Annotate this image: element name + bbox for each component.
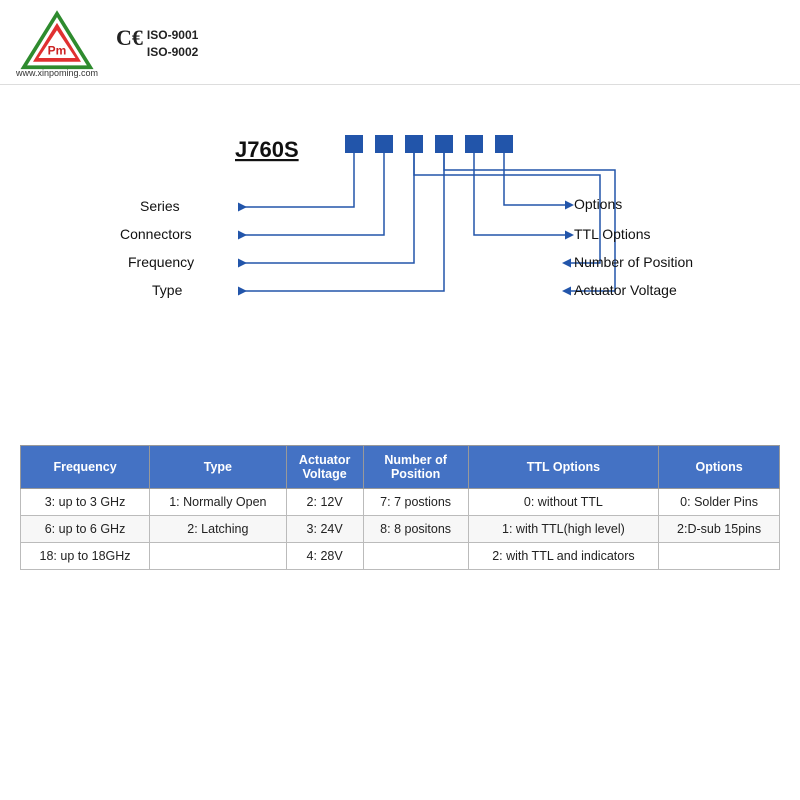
table-cell-r0-c2: 2: 12V [286, 489, 363, 516]
col-options: Options [659, 446, 780, 489]
series-label: Series [140, 198, 180, 214]
col-ttl-options: TTL Options [468, 446, 659, 489]
table-cell-r1-c1: 2: Latching [150, 516, 287, 543]
table-cell-r1-c3: 8: 8 positons [363, 516, 468, 543]
cert1-label: ISO-9001 [147, 27, 198, 44]
square-4 [435, 135, 453, 153]
square-6 [495, 135, 513, 153]
table-row: 6: up to 6 GHz2: Latching3: 24V8: 8 posi… [21, 516, 780, 543]
cert-area: C€ ISO-9001 ISO-9002 [116, 27, 198, 61]
table-cell-r0-c5: 0: Solder Pins [659, 489, 780, 516]
square-2 [375, 135, 393, 153]
logo-area: Pm www.xinpoming.com [16, 10, 98, 78]
table-cell-r0-c0: 3: up to 3 GHz [21, 489, 150, 516]
table-cell-r1-c2: 3: 24V [286, 516, 363, 543]
table-cell-r0-c3: 7: 7 postions [363, 489, 468, 516]
table-header-row: Frequency Type ActuatorVoltage Number of… [21, 446, 780, 489]
actuator-line [444, 153, 615, 291]
cert2-label: ISO-9002 [147, 44, 198, 61]
col-frequency: Frequency [21, 446, 150, 489]
spec-table: Frequency Type ActuatorVoltage Number of… [20, 445, 780, 570]
logo-url: www.xinpoming.com [16, 68, 98, 78]
table-cell-r1-c5: 2:D-sub 15pins [659, 516, 780, 543]
ce-mark: C€ [116, 27, 143, 49]
header: Pm www.xinpoming.com C€ ISO-9001 ISO-900… [0, 0, 800, 85]
type-label: Type [152, 282, 183, 298]
logo-triangle-icon: Pm [17, 10, 97, 70]
table-cell-r1-c0: 6: up to 6 GHz [21, 516, 150, 543]
col-type: Type [150, 446, 287, 489]
svg-text:Pm: Pm [48, 43, 67, 57]
table-cell-r0-c4: 0: without TTL [468, 489, 659, 516]
options-line [504, 153, 568, 205]
actuator-voltage-label: Actuator Voltage [574, 282, 677, 298]
ttl-options-line [474, 153, 568, 235]
table-cell-r2-c3 [363, 543, 468, 570]
diagram-area: J760S [0, 85, 800, 445]
table-cell-r0-c1: 1: Normally Open [150, 489, 287, 516]
table-cell-r2-c4: 2: with TTL and indicators [468, 543, 659, 570]
num-pos-label: Number of Position [574, 254, 693, 270]
connectors-label: Connectors [120, 226, 192, 242]
table-cell-r2-c5 [659, 543, 780, 570]
square-5 [465, 135, 483, 153]
table-cell-r2-c1 [150, 543, 287, 570]
type-line [238, 153, 444, 291]
iso-texts: ISO-9001 ISO-9002 [147, 27, 198, 61]
frequency-label: Frequency [128, 254, 194, 270]
col-actuator-voltage: ActuatorVoltage [286, 446, 363, 489]
table-row: 18: up to 18GHz 4: 28V 2: with TTL and ind… [21, 543, 780, 570]
table-cell-r1-c4: 1: with TTL(high level) [468, 516, 659, 543]
frequency-line [238, 153, 414, 263]
table-cell-r2-c2: 4: 28V [286, 543, 363, 570]
ttl-options-label: TTL Options [574, 226, 651, 242]
options-label: Options [574, 196, 622, 212]
table-row: 3: up to 3 GHz1: Normally Open2: 12V7: 7… [21, 489, 780, 516]
square-1 [345, 135, 363, 153]
diagram-svg: J760S [40, 105, 760, 445]
connectors-line [238, 153, 384, 235]
ce-iso-row: C€ ISO-9001 ISO-9002 [116, 27, 198, 61]
table-area: Frequency Type ActuatorVoltage Number of… [0, 445, 800, 570]
table-cell-r2-c0: 18: up to 18GHz [21, 543, 150, 570]
col-num-position: Number ofPosition [363, 446, 468, 489]
model-label: J760S [235, 137, 299, 162]
square-3 [405, 135, 423, 153]
